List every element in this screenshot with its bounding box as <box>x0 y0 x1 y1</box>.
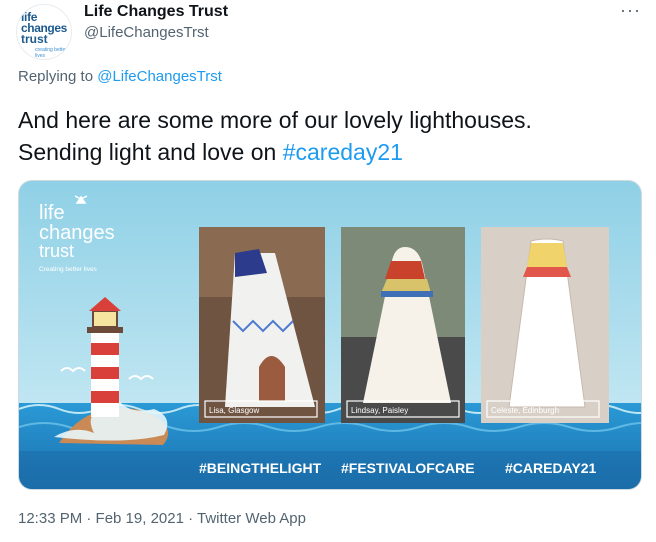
lighthouse-collage-graphic: life changes trust Creating better lives <box>19 181 641 489</box>
author-avatar[interactable]: life changes trust creating better lives <box>16 4 72 60</box>
tweet-media-image[interactable]: life changes trust Creating better lives <box>18 180 642 490</box>
replying-to-link[interactable]: @LifeChangesTrst <box>97 68 222 85</box>
tweet-line-2-text: Sending light and love on <box>18 139 283 165</box>
avatar-logo-text-3: trust <box>21 32 48 46</box>
photo-3-caption: Celeste, Edinburgh <box>491 406 559 415</box>
avatar-logo-tagline: creating better lives <box>35 47 67 59</box>
image-logo-line-1: life <box>39 202 65 224</box>
more-options-icon[interactable]: ··· <box>620 0 641 21</box>
hashtag-link[interactable]: #careday21 <box>283 139 403 165</box>
replying-to-label: Replying to <box>18 68 98 85</box>
tweet-timestamp[interactable]: 12:33 PM · Feb 19, 2021 · Twitter Web Ap… <box>18 510 306 527</box>
photo-lisa-glasgow: Lisa, Glasgow <box>199 227 325 423</box>
author-name[interactable]: Life Changes Trust <box>84 3 228 21</box>
photo-lindsay-paisley: Lindsay, Paisley <box>341 227 465 423</box>
replying-to: Replying to @LifeChangesTrst <box>18 68 222 85</box>
image-logo-line-3: trust <box>39 241 74 261</box>
photo-2-caption: Lindsay, Paisley <box>351 406 408 415</box>
tweet-text: And here are some more of our lovely lig… <box>18 104 638 168</box>
photo-1-caption: Lisa, Glasgow <box>209 406 259 415</box>
lighthouse-illustration <box>87 297 123 417</box>
author-handle[interactable]: @LifeChangesTrst <box>84 24 209 41</box>
tweet-line-2: Sending light and love on #careday21 <box>18 136 638 168</box>
image-logo-tagline: Creating better lives <box>39 266 98 273</box>
image-hashtag-2: #FESTIVALOFCARE <box>341 460 475 476</box>
image-hashtag-3: #CAREDAY21 <box>505 460 597 476</box>
image-hashtag-1: #BEINGTHELIGHT <box>199 460 322 476</box>
tweet-line-1: And here are some more of our lovely lig… <box>18 107 532 133</box>
photo-celeste-edinburgh: Celeste, Edinburgh <box>481 227 609 423</box>
